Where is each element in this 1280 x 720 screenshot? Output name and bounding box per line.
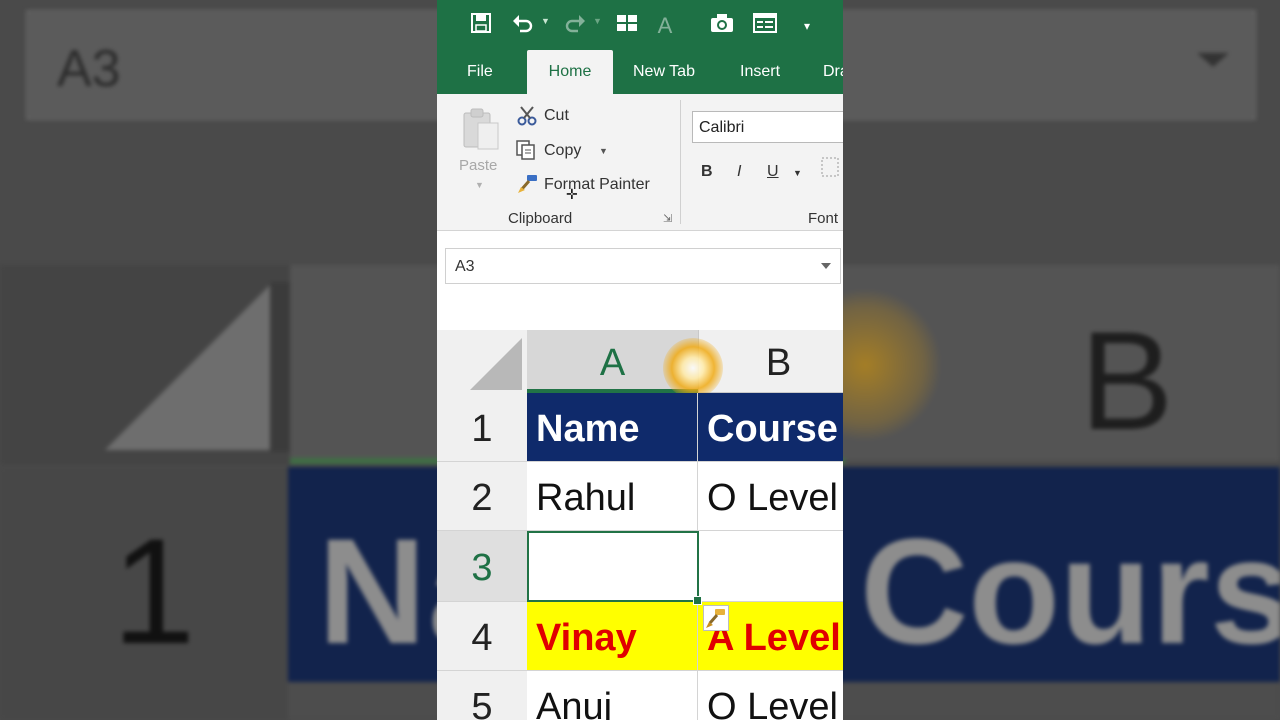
row-header-2[interactable]: 2 (437, 462, 527, 531)
underline-button[interactable]: U (767, 163, 779, 181)
font-color-icon[interactable]: A (651, 12, 679, 40)
bold-button[interactable]: B (701, 163, 713, 181)
tab-insert[interactable]: Insert (740, 50, 780, 94)
worksheet-grid: A B 1 Name Course 2 Rahul O Level 3 4 Vi… (437, 330, 843, 720)
cursor-icon: ✛ (566, 186, 578, 202)
cell-b5[interactable]: O Level (698, 671, 843, 720)
fill-handle[interactable] (693, 596, 702, 605)
format-painter-icon[interactable] (517, 174, 539, 198)
excel-window: ▼ ▼ A ▾ File Home New Tab Insert Dra Pas… (437, 0, 843, 720)
cut-button[interactable]: Cut (544, 107, 569, 125)
borders-icon[interactable] (613, 12, 641, 40)
tab-draw[interactable]: Dra (823, 50, 843, 94)
row-header-5[interactable]: 5 (437, 671, 527, 720)
tab-home[interactable]: Home (527, 50, 613, 94)
format-painter-button[interactable]: Format Painter (544, 176, 650, 194)
undo-dropdown-icon[interactable]: ▼ (541, 16, 550, 26)
cell-a2[interactable]: Rahul (527, 462, 698, 531)
undo-icon[interactable] (509, 12, 537, 40)
clipboard-group-label: Clipboard (508, 210, 573, 227)
font-name-value: Calibri (699, 119, 745, 136)
bg-name-box-text: A3 (57, 40, 121, 98)
italic-button[interactable]: I (737, 163, 741, 181)
name-box[interactable]: A3 (445, 248, 841, 284)
cell-a4[interactable]: Vinay (527, 602, 698, 671)
form-icon[interactable] (751, 12, 779, 40)
paste-button-label[interactable]: Paste (459, 157, 497, 174)
borders-button-icon[interactable] (819, 156, 839, 183)
name-box-value: A3 (455, 258, 475, 275)
ribbon-tabs: File Home New Tab Insert Dra (437, 50, 843, 94)
scissors-icon[interactable] (517, 106, 539, 130)
bg-corner-edge (270, 282, 290, 452)
bg-col-b-label: B (1080, 302, 1174, 459)
customize-icon[interactable]: ▾ (793, 12, 821, 40)
redo-dropdown-icon[interactable]: ▼ (593, 16, 602, 26)
cell-b1[interactable]: Course (698, 393, 843, 462)
cell-a1[interactable]: Name (527, 393, 698, 462)
cell-b2[interactable]: O Level (698, 462, 843, 531)
bg-select-all-icon (105, 282, 273, 450)
select-all-button[interactable] (437, 330, 527, 393)
copy-button[interactable]: Copy (544, 142, 581, 160)
row-header-3[interactable]: 3 (437, 531, 527, 602)
row-header-4[interactable]: 4 (437, 602, 527, 671)
bg-cell-b1: Course (860, 507, 1280, 675)
formula-bar-area: A3 (437, 231, 843, 330)
cell-b3[interactable] (698, 531, 843, 602)
camera-icon[interactable] (708, 12, 736, 40)
font-group-label: Font (808, 210, 839, 227)
copy-dropdown-icon[interactable]: ▼ (599, 146, 608, 156)
dialog-launcher-icon[interactable]: ⇲ (663, 212, 672, 225)
tab-file[interactable]: File (467, 50, 493, 94)
format-painter-cursor-icon (703, 605, 729, 631)
bg-row-1-label: 1 (112, 507, 196, 675)
chevron-down-icon[interactable] (821, 263, 831, 269)
quick-access-toolbar: ▼ ▼ A ▾ (437, 0, 843, 50)
bg-dropdown-icon (1197, 53, 1229, 67)
click-indicator (663, 338, 723, 398)
save-icon[interactable] (467, 12, 495, 40)
font-name-box[interactable]: Calibri (692, 111, 843, 143)
row-header-1[interactable]: 1 (437, 393, 527, 462)
active-cell-border (527, 531, 699, 602)
underline-dropdown-icon[interactable]: ▼ (793, 168, 802, 178)
redo-icon[interactable] (561, 12, 589, 40)
paste-dropdown-icon[interactable]: ▼ (475, 180, 484, 190)
paste-icon[interactable] (461, 106, 501, 152)
ribbon-home: Paste ▼ Cut Copy ▼ Format Painter Clipbo… (437, 94, 843, 231)
cell-a5[interactable]: Anuj (527, 671, 698, 720)
copy-icon[interactable] (515, 140, 537, 164)
group-divider (680, 100, 681, 224)
tab-new-tab[interactable]: New Tab (633, 50, 695, 94)
select-all-icon (470, 338, 522, 390)
